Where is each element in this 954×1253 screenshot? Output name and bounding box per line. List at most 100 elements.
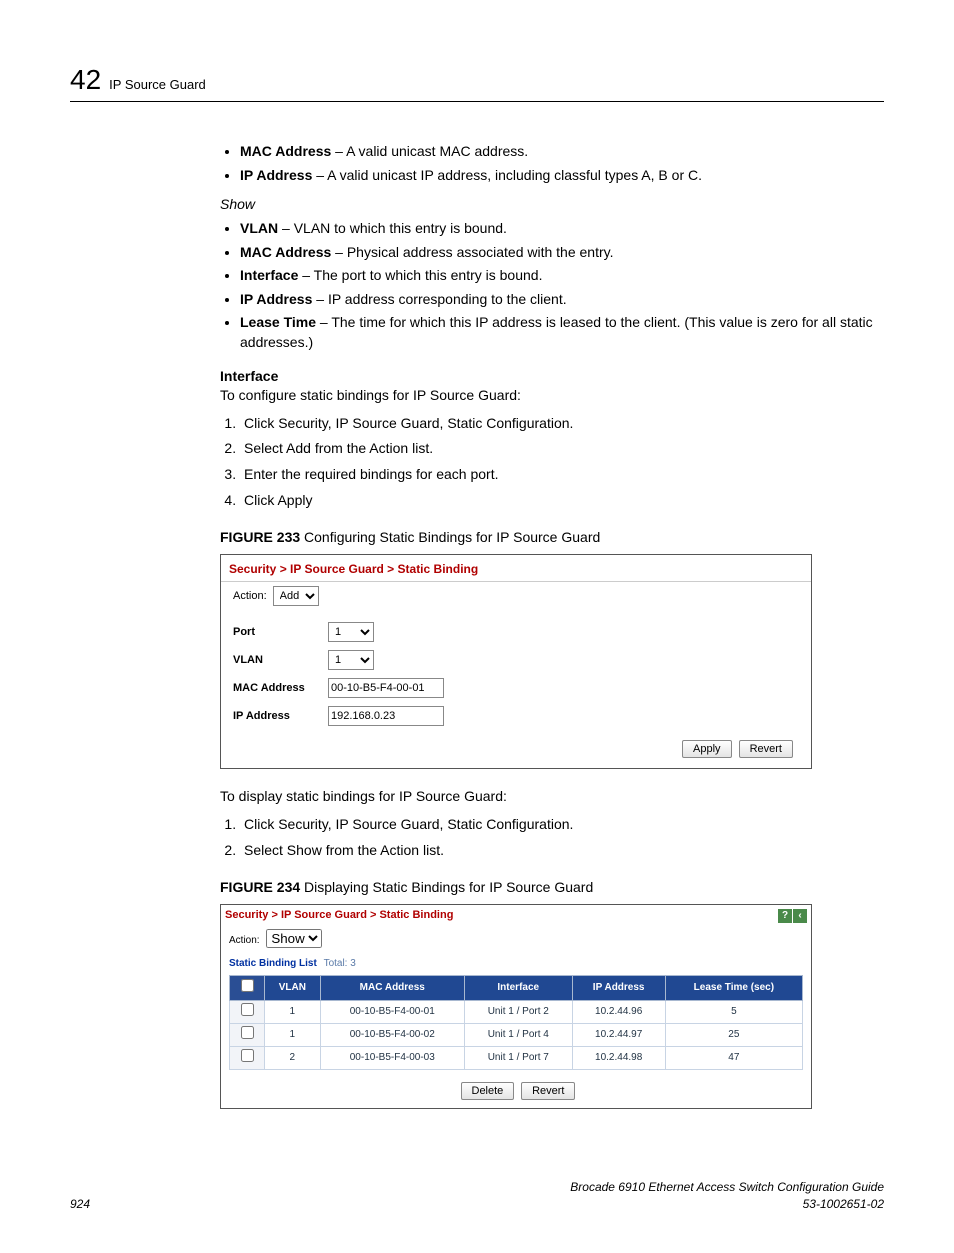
cell-lease: 5 (665, 1001, 802, 1024)
page-header: 42 IP Source Guard (70, 60, 884, 102)
list-item: MAC Address – A valid unicast MAC addres… (240, 142, 884, 162)
desc: – The port to which this entry is bound. (298, 267, 542, 283)
cell-interface: Unit 1 / Port 4 (464, 1024, 572, 1047)
cell-mac: 00-10-B5-F4-00-01 (320, 1001, 464, 1024)
figure-caption-text: Displaying Static Bindings for IP Source… (300, 879, 593, 895)
term: IP Address (240, 291, 312, 307)
delete-button[interactable]: Delete (461, 1082, 515, 1100)
figure-233-caption: FIGURE 233 Configuring Static Bindings f… (220, 528, 884, 548)
port-select[interactable]: 1 (328, 622, 374, 642)
action-row: Action: Show (221, 926, 811, 951)
chapter-number: 42 (70, 60, 101, 99)
revert-button[interactable]: Revert (739, 740, 793, 758)
apply-button[interactable]: Apply (682, 740, 732, 758)
term: MAC Address (240, 244, 331, 260)
desc: – A valid unicast MAC address. (331, 143, 528, 159)
cell-vlan: 1 (265, 1001, 321, 1024)
row-checkbox[interactable] (241, 1003, 254, 1016)
action-select[interactable]: Show (266, 929, 322, 948)
vlan-select[interactable]: 1 (328, 650, 374, 670)
list-item: MAC Address – Physical address associate… (240, 243, 884, 263)
desc: – The time for which this IP address is … (240, 314, 873, 350)
intro-bullet-list: MAC Address – A valid unicast MAC addres… (220, 142, 884, 185)
col-lease: Lease Time (sec) (665, 976, 802, 1001)
display-intro: To display static bindings for IP Source… (220, 787, 884, 807)
figure-233-panel: Security > IP Source Guard > Static Bind… (220, 554, 812, 770)
col-mac: MAC Address (320, 976, 464, 1001)
ip-label: IP Address (233, 709, 328, 724)
list-header: Static Binding List Total: 3 (221, 951, 811, 975)
action-label: Action: (229, 935, 260, 946)
mac-label: MAC Address (233, 681, 328, 696)
row-checkbox[interactable] (241, 1026, 254, 1039)
interface-steps: Click Security, IP Source Guard, Static … (220, 414, 884, 510)
figure-label: FIGURE 233 (220, 529, 300, 545)
list-item: VLAN – VLAN to which this entry is bound… (240, 219, 884, 239)
cell-interface: Unit 1 / Port 7 (464, 1047, 572, 1070)
table-row: 2 00-10-B5-F4-00-03 Unit 1 / Port 7 10.2… (230, 1047, 803, 1070)
step: Click Security, IP Source Guard, Static … (240, 815, 884, 835)
help-icons: ? ‹ (778, 909, 807, 923)
help-icon[interactable]: ? (778, 909, 792, 923)
list-title: Static Binding List (229, 958, 317, 969)
guide-title: Brocade 6910 Ethernet Access Switch Conf… (570, 1180, 884, 1194)
static-binding-table: VLAN MAC Address Interface IP Address Le… (229, 975, 803, 1070)
show-heading: Show (220, 195, 884, 215)
cell-lease: 25 (665, 1024, 802, 1047)
term: Interface (240, 267, 298, 283)
step: Select Show from the Action list. (240, 841, 884, 861)
table-row: 1 00-10-B5-F4-00-01 Unit 1 / Port 2 10.2… (230, 1001, 803, 1024)
col-vlan: VLAN (265, 976, 321, 1001)
doc-number: 53-1002651-02 (803, 1197, 884, 1211)
display-steps: Click Security, IP Source Guard, Static … (220, 815, 884, 860)
port-label: Port (233, 625, 328, 640)
cell-mac: 00-10-B5-F4-00-03 (320, 1047, 464, 1070)
cell-interface: Unit 1 / Port 2 (464, 1001, 572, 1024)
list-item: Interface – The port to which this entry… (240, 266, 884, 286)
list-item: Lease Time – The time for which this IP … (240, 313, 884, 352)
action-select[interactable]: Add (273, 586, 319, 606)
list-item: IP Address – IP address corresponding to… (240, 290, 884, 310)
cell-ip: 10.2.44.98 (572, 1047, 665, 1070)
step: Enter the required bindings for each por… (240, 465, 884, 485)
revert-button[interactable]: Revert (521, 1082, 575, 1100)
term: IP Address (240, 167, 312, 183)
term: MAC Address (240, 143, 331, 159)
close-icon[interactable]: ‹ (793, 909, 807, 923)
cell-mac: 00-10-B5-F4-00-02 (320, 1024, 464, 1047)
mac-input[interactable] (328, 678, 444, 698)
step: Click Apply (240, 491, 884, 511)
cell-vlan: 2 (265, 1047, 321, 1070)
desc: – IP address corresponding to the client… (312, 291, 566, 307)
figure-label: FIGURE 234 (220, 879, 300, 895)
cell-lease: 47 (665, 1047, 802, 1070)
cell-ip: 10.2.44.96 (572, 1001, 665, 1024)
cell-vlan: 1 (265, 1024, 321, 1047)
interface-heading: Interface (220, 367, 884, 387)
chapter-title: IP Source Guard (109, 76, 206, 94)
col-interface: Interface (464, 976, 572, 1001)
list-total: Total: 3 (324, 958, 356, 969)
main-content: MAC Address – A valid unicast MAC addres… (220, 142, 884, 1109)
desc: – A valid unicast IP address, including … (312, 167, 702, 183)
table-row: 1 00-10-B5-F4-00-02 Unit 1 / Port 4 10.2… (230, 1024, 803, 1047)
figure-234-panel: Security > IP Source Guard > Static Bind… (220, 904, 812, 1109)
action-label: Action: (233, 589, 267, 604)
row-checkbox[interactable] (241, 1049, 254, 1062)
term: Lease Time (240, 314, 316, 330)
show-bullet-list: VLAN – VLAN to which this entry is bound… (220, 219, 884, 353)
desc: – VLAN to which this entry is bound. (278, 220, 507, 236)
page-footer: 924 Brocade 6910 Ethernet Access Switch … (70, 1179, 884, 1213)
desc: – Physical address associated with the e… (331, 244, 613, 260)
select-all-checkbox[interactable] (241, 979, 254, 992)
vlan-label: VLAN (233, 653, 328, 668)
breadcrumb: Security > IP Source Guard > Static Bind… (221, 555, 811, 583)
step: Click Security, IP Source Guard, Static … (240, 414, 884, 434)
ip-input[interactable] (328, 706, 444, 726)
page-number: 924 (70, 1196, 90, 1213)
interface-intro: To configure static bindings for IP Sour… (220, 386, 884, 406)
figure-caption-text: Configuring Static Bindings for IP Sourc… (300, 529, 600, 545)
figure-234-caption: FIGURE 234 Displaying Static Bindings fo… (220, 878, 884, 898)
col-checkbox (230, 976, 265, 1001)
step: Select Add from the Action list. (240, 439, 884, 459)
